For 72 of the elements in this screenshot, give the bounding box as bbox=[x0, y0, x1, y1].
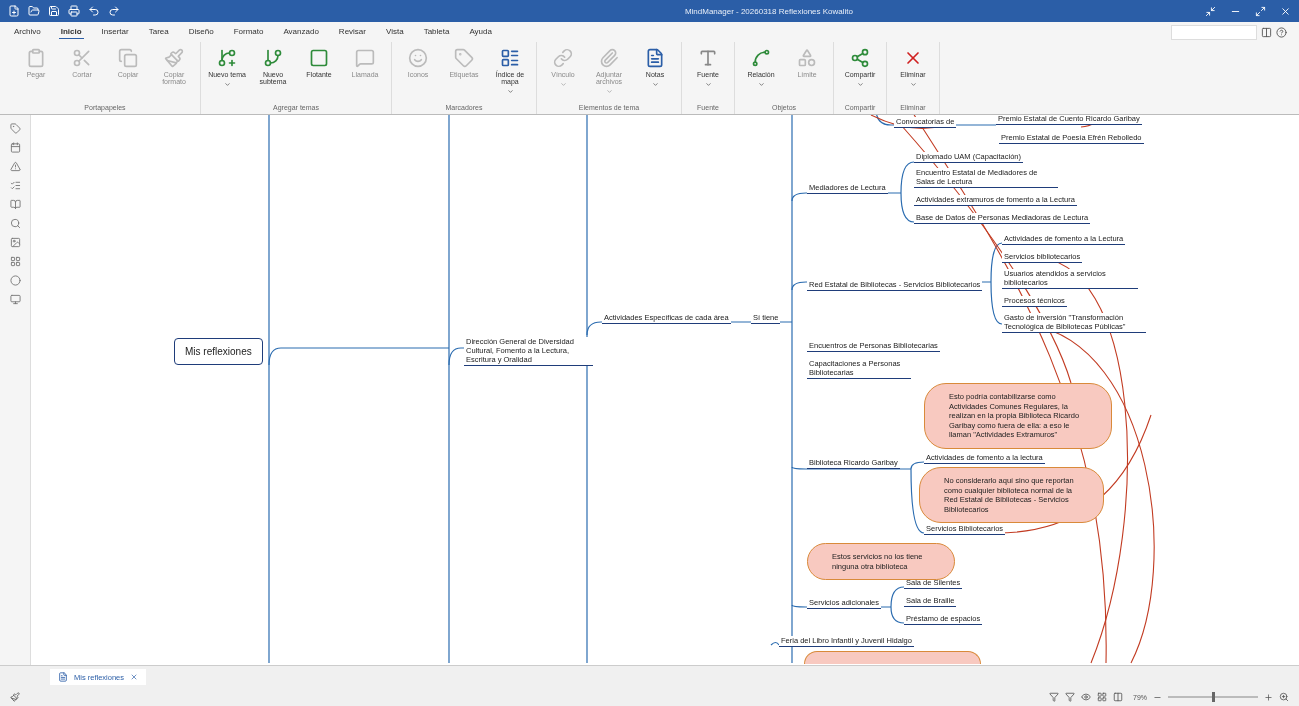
caret-icon bbox=[605, 88, 613, 95]
book-icon[interactable] bbox=[9, 199, 21, 210]
redo-icon[interactable] bbox=[108, 5, 120, 17]
share-icon bbox=[850, 48, 870, 68]
image-icon[interactable] bbox=[9, 237, 21, 248]
fit-icon[interactable] bbox=[1279, 692, 1289, 702]
help-icon[interactable] bbox=[1276, 26, 1287, 38]
caret-icon bbox=[506, 88, 514, 95]
ribbon-tab[interactable]: Inicio bbox=[58, 25, 84, 39]
circle-icon[interactable] bbox=[9, 275, 21, 286]
ribbon-tab[interactable]: Formato bbox=[231, 25, 266, 39]
undo-icon[interactable] bbox=[88, 5, 100, 17]
speech-bubble-icon bbox=[355, 48, 375, 68]
central-topic[interactable]: Mis reflexiones bbox=[174, 338, 263, 365]
zoom-thumb[interactable] bbox=[1212, 692, 1215, 702]
grid-icon[interactable] bbox=[9, 256, 21, 267]
calendar-icon[interactable] bbox=[9, 142, 21, 153]
ribbon-tab[interactable]: Vista bbox=[384, 25, 406, 39]
caret-icon bbox=[909, 81, 917, 88]
search-icon[interactable] bbox=[9, 218, 21, 229]
caret-icon bbox=[651, 81, 659, 88]
ribbon-tab[interactable]: Diseño bbox=[186, 25, 216, 39]
paintbrush-icon bbox=[164, 48, 184, 68]
caret-icon bbox=[856, 81, 864, 88]
monitor-icon[interactable] bbox=[9, 294, 21, 305]
letter-icon bbox=[698, 48, 718, 68]
caret-icon bbox=[223, 81, 231, 88]
close-icon[interactable] bbox=[1280, 5, 1291, 17]
paperclip-icon bbox=[599, 48, 619, 68]
close-icon[interactable] bbox=[130, 673, 139, 681]
zoom-in-icon[interactable] bbox=[1264, 692, 1273, 702]
save-icon[interactable] bbox=[48, 5, 60, 17]
link-icon bbox=[553, 48, 573, 68]
branch-icon bbox=[263, 48, 283, 68]
ribbon-tab[interactable]: Tarea bbox=[146, 25, 171, 39]
copy-icon bbox=[118, 48, 138, 68]
printer-icon[interactable] bbox=[68, 5, 80, 17]
caret-icon bbox=[757, 81, 765, 88]
caret-icon bbox=[559, 81, 567, 88]
filter-icon[interactable] bbox=[1049, 692, 1059, 702]
document-icon bbox=[58, 672, 68, 682]
window-title: MindManager - 20260318 Reflexiones Kowalito bbox=[684, 6, 853, 16]
ribbon-tab[interactable]: Avanzado bbox=[281, 25, 321, 39]
branch-line bbox=[770, 641, 780, 646]
ribbon-tab[interactable]: Archivo bbox=[12, 25, 43, 39]
smiley-icon bbox=[408, 48, 428, 68]
clipboard-icon bbox=[26, 48, 46, 68]
shapes-icon bbox=[797, 48, 817, 68]
eye-icon[interactable] bbox=[1081, 692, 1091, 702]
filter-icon[interactable] bbox=[1065, 692, 1075, 702]
ribbon-tab[interactable]: Insertar bbox=[99, 25, 131, 39]
caret-icon bbox=[704, 81, 712, 88]
ribbon-tab[interactable]: Tableta bbox=[421, 25, 452, 39]
maximize-icon[interactable] bbox=[1255, 5, 1266, 17]
view-icon[interactable] bbox=[1113, 692, 1123, 702]
ribbon-tab[interactable]: Ayuda bbox=[467, 25, 494, 39]
tag-icon bbox=[454, 48, 474, 68]
checklist-icon[interactable] bbox=[9, 180, 21, 191]
tag-icon[interactable] bbox=[9, 123, 21, 134]
layout-icon[interactable] bbox=[1261, 26, 1272, 38]
document-icon bbox=[645, 48, 665, 68]
scissors-icon bbox=[72, 48, 92, 68]
warning-icon[interactable] bbox=[9, 161, 21, 172]
branch-plus-icon bbox=[217, 48, 237, 68]
search-field[interactable] bbox=[1171, 24, 1257, 40]
curve-icon bbox=[751, 48, 771, 68]
square-icon bbox=[309, 48, 329, 68]
new-file-icon[interactable] bbox=[8, 5, 20, 17]
view-icon[interactable] bbox=[1097, 692, 1107, 702]
ribbon-tab[interactable]: Revisar bbox=[336, 25, 368, 39]
folder-icon[interactable] bbox=[28, 5, 40, 17]
list-icon bbox=[500, 48, 520, 68]
